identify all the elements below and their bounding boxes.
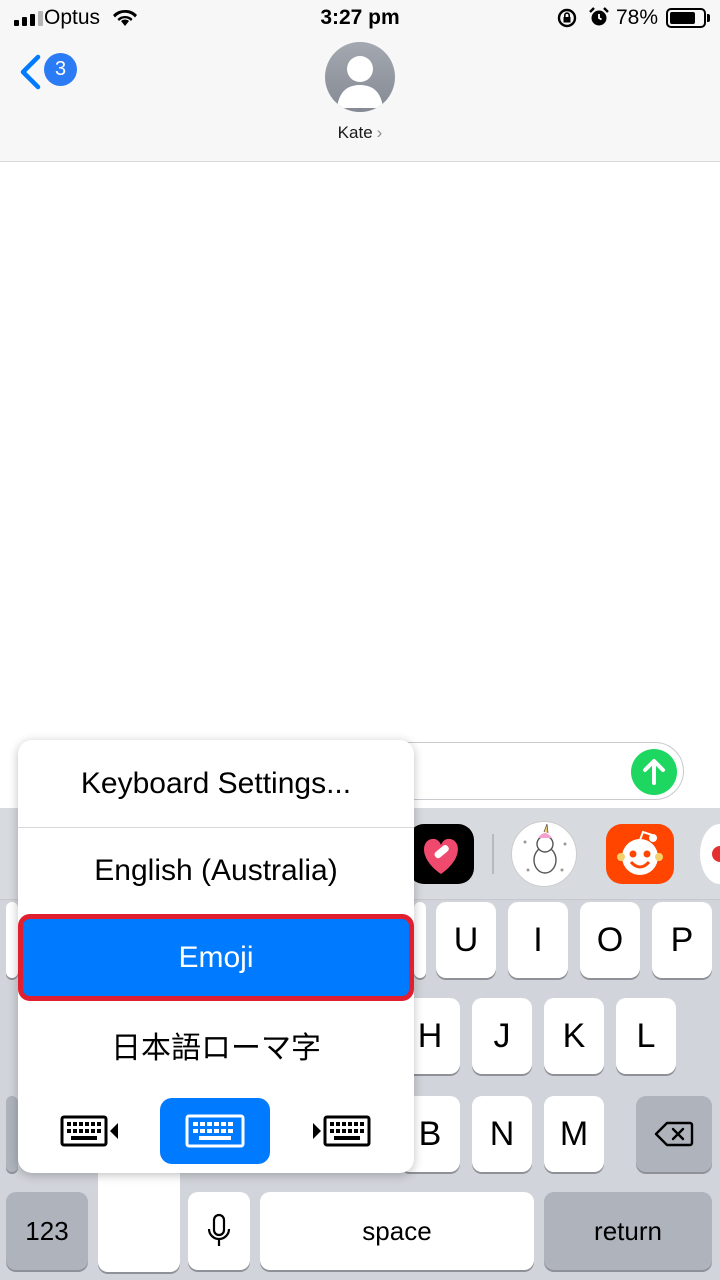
back-button[interactable]: 3 bbox=[18, 50, 88, 94]
conversation-header: 3 Kate › bbox=[0, 36, 720, 162]
chevron-right-icon: › bbox=[376, 123, 383, 142]
keyboard-left-icon bbox=[60, 1115, 118, 1147]
send-button[interactable] bbox=[631, 749, 677, 795]
arrow-up-icon bbox=[643, 759, 665, 785]
person-silhouette-icon bbox=[337, 56, 383, 108]
key-i[interactable]: I bbox=[508, 902, 568, 978]
heart-sticker-app-icon[interactable] bbox=[408, 824, 474, 884]
delete-key[interactable] bbox=[636, 1096, 712, 1172]
keyboard-settings-item[interactable]: Keyboard Settings... bbox=[18, 740, 414, 827]
alarm-icon bbox=[589, 7, 609, 26]
key-n[interactable]: N bbox=[472, 1096, 532, 1172]
status-bar: Optus 3:27 pm 78% bbox=[0, 0, 720, 36]
english-australia-item[interactable]: English (Australia) bbox=[18, 827, 414, 914]
battery-icon bbox=[666, 8, 706, 28]
reddit-app-icon[interactable] bbox=[606, 824, 674, 884]
keyboard-language-menu: Keyboard Settings... English (Australia)… bbox=[18, 740, 414, 1173]
key-p[interactable]: P bbox=[652, 902, 712, 978]
key-u[interactable]: U bbox=[436, 902, 496, 978]
key-m[interactable]: M bbox=[544, 1096, 604, 1172]
battery-cap bbox=[707, 14, 710, 22]
keyboard-full-button[interactable] bbox=[160, 1098, 270, 1164]
battery-percent: 78% bbox=[616, 6, 659, 29]
strip-divider bbox=[492, 834, 494, 874]
unicorn-sticker-app-icon[interactable] bbox=[511, 821, 577, 887]
emoji-keyboard-item[interactable]: Emoji bbox=[18, 914, 414, 1001]
contact-name: Kate bbox=[337, 123, 373, 142]
chevron-left-icon bbox=[20, 54, 41, 90]
return-key[interactable]: return bbox=[544, 1192, 712, 1270]
key-partial-row1[interactable] bbox=[6, 902, 18, 978]
key-k[interactable]: K bbox=[544, 998, 604, 1074]
key-l[interactable]: L bbox=[616, 998, 676, 1074]
microphone-icon bbox=[207, 1213, 231, 1246]
backspace-icon bbox=[654, 1121, 694, 1147]
keyboard-right-button[interactable] bbox=[286, 1098, 396, 1164]
message-input[interactable]: e bbox=[380, 742, 684, 800]
numbers-key[interactable]: 123 bbox=[6, 1192, 88, 1270]
key-o[interactable]: O bbox=[580, 902, 640, 978]
dictation-key[interactable] bbox=[188, 1192, 250, 1270]
japanese-romaji-item[interactable]: 日本語ローマ字 bbox=[18, 1001, 414, 1088]
key-j[interactable]: J bbox=[472, 998, 532, 1074]
contact-avatar[interactable] bbox=[325, 42, 395, 112]
keyboard-right-icon bbox=[313, 1115, 371, 1147]
key-partial-row1b[interactable] bbox=[414, 902, 426, 978]
partial-app-icon[interactable] bbox=[700, 824, 720, 884]
shift-key[interactable] bbox=[6, 1096, 18, 1172]
unread-badge: 3 bbox=[44, 53, 77, 86]
clock: 3:27 pm bbox=[320, 6, 400, 29]
keyboard-left-button[interactable] bbox=[35, 1098, 145, 1164]
space-key[interactable]: space bbox=[260, 1192, 534, 1270]
keyboard-full-icon bbox=[185, 1114, 245, 1148]
rotation-lock-icon bbox=[557, 8, 577, 28]
contact-name-button[interactable]: Kate › bbox=[0, 123, 720, 143]
